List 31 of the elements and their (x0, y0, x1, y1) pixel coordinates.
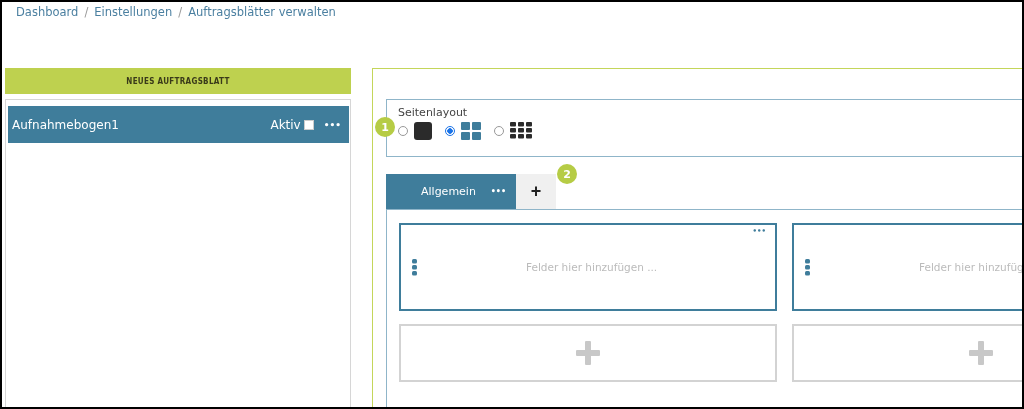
tab-menu-button[interactable]: ••• (490, 187, 506, 196)
add-row-button[interactable] (399, 324, 777, 382)
plus-icon (576, 341, 600, 365)
drag-handle-icon (412, 258, 417, 276)
drop-zone-hint: Felder hier hinzufüg (919, 261, 1022, 273)
layout-radio[interactable] (494, 126, 504, 136)
layout-radio[interactable] (445, 126, 455, 136)
drop-zone-hint: Felder hier hinzufügen ... (526, 261, 658, 273)
breadcrumb-link[interactable]: Auftragsblätter verwalten (188, 5, 336, 19)
breadcrumb-link[interactable]: Dashboard (16, 5, 79, 19)
sheet-name: Aufnahmebogen1 (12, 117, 120, 132)
step-badge: 1 (375, 117, 395, 137)
breadcrumb-separator: / (84, 5, 89, 19)
single-column-icon (414, 122, 432, 140)
active-label: Aktiv (270, 117, 301, 132)
layout-label: Seitenlayout (398, 106, 469, 119)
plus-icon (969, 341, 993, 365)
new-sheet-button[interactable]: NEUES AUFTRAGSBLATT (5, 68, 351, 94)
breadcrumb-link[interactable]: Einstellungen (94, 5, 173, 19)
breadcrumb-separator: / (178, 5, 183, 19)
tab-label: Allgemein (421, 185, 477, 198)
sheet-list-item[interactable]: Aufnahmebogen1 Aktiv ••• (8, 106, 349, 143)
add-tab-button[interactable]: + (516, 174, 556, 209)
more-button[interactable]: ••• (323, 119, 341, 130)
layout-radio[interactable] (398, 126, 408, 136)
two-column-grid-icon (461, 122, 481, 140)
tab[interactable]: Allgemein ••• (386, 174, 516, 209)
three-column-grid-icon (510, 122, 532, 140)
drag-handle-icon (805, 258, 810, 276)
active-checkbox[interactable] (303, 119, 314, 130)
step-badge: 2 (557, 164, 577, 184)
